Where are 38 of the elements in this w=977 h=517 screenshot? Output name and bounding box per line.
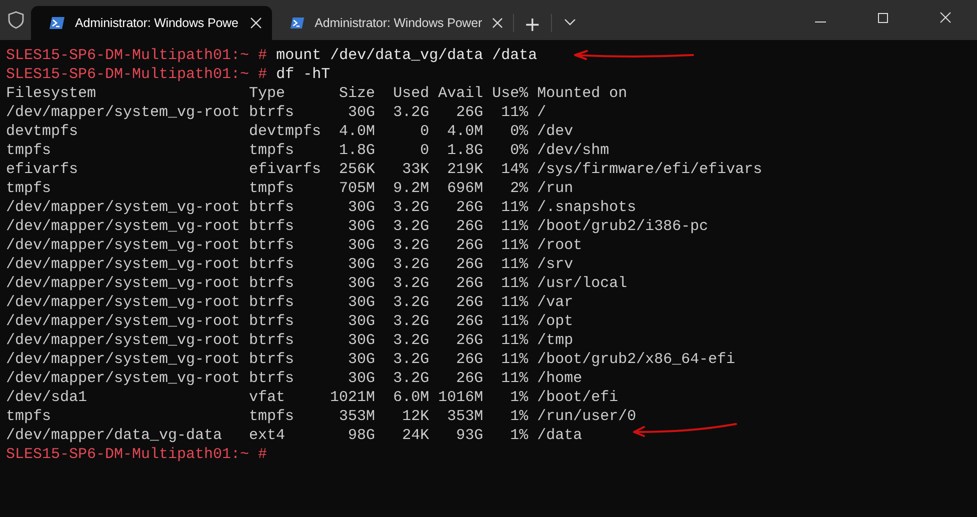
close-icon[interactable] (492, 17, 503, 29)
new-tab-button[interactable]: + (514, 8, 551, 40)
chevron-down-icon[interactable] (564, 18, 576, 26)
output-line: devtmpfs devtmpfs 4.0M 0 4.0M 0% /dev (6, 123, 574, 140)
shell-command: mount /dev/data_vg/data /data (276, 47, 538, 64)
shield-icon (8, 11, 24, 29)
output-line: /dev/mapper/system_vg-root btrfs 30G 3.2G 26G 11% /opt (6, 313, 574, 330)
output-line: /dev/mapper/system_vg-root btrfs 30G 3.2G 26G 11% /.snapshots (6, 199, 636, 216)
tab-title: Administrator: Windows Powe (75, 16, 240, 30)
output-line: /dev/mapper/system_vg-root btrfs 30G 3.2G 26G 11% /home (6, 370, 582, 387)
close-icon[interactable] (940, 12, 951, 23)
output-line: efivarfs efivarfs 256K 33K 219K 14% /sys/firmware/efi/efivars (6, 161, 762, 178)
output-line: /dev/mapper/system_vg-root btrfs 30G 3.2G 26G 11% /tmp (6, 332, 574, 349)
terminal-tab[interactable]: Administrator: Windows Powe (31, 6, 272, 40)
terminal-tab[interactable]: Administrator: Windows Power (272, 6, 513, 40)
maximize-icon[interactable] (878, 13, 888, 23)
output-line: tmpfs tmpfs 705M 9.2M 696M 2% /run (6, 180, 574, 197)
output-line: /dev/mapper/system_vg-root btrfs 30G 3.2G 26G 11% / (6, 104, 546, 121)
powershell-icon (290, 16, 305, 30)
output-line: /dev/mapper/system_vg-root btrfs 30G 3.2G 26G 11% /usr/local (6, 275, 628, 292)
output-line: /dev/mapper/system_vg-root btrfs 30G 3.2G 26G 11% /var (6, 294, 574, 311)
shell-command: df -hT (276, 66, 330, 83)
powershell-icon (49, 16, 65, 30)
output-line: tmpfs tmpfs 353M 12K 353M 1% /run/user/0 (6, 408, 636, 425)
output-line: /dev/mapper/system_vg-root btrfs 30G 3.2G 26G 11% /boot/grub2/x86_64-efi (6, 351, 736, 368)
shell-prompt: SLES15-SP6-DM-Multipath01:~ # (6, 66, 268, 83)
output-line: /dev/mapper/system_vg-root btrfs 30G 3.2G 26G 11% /root (6, 237, 582, 254)
output-line: tmpfs tmpfs 1.8G 0 1.8G 0% /dev/shm (6, 142, 610, 159)
output-line: /dev/sda1 vfat 1021M 6.0M 1016M 1% /boot/efi (6, 389, 618, 406)
shell-prompt: SLES15-SP6-DM-Multipath01:~ # (6, 47, 268, 64)
tab-title: Administrator: Windows Power (314, 16, 482, 30)
output-line: /dev/mapper/system_vg-root btrfs 30G 3.2G 26G 11% /boot/grub2/i386-pc (6, 218, 708, 235)
close-icon[interactable] (250, 17, 262, 29)
output-line: /dev/mapper/system_vg-root btrfs 30G 3.2G 26G 11% /srv (6, 256, 574, 273)
table-header-line: Filesystem Type Size Used Avail Use% Mounted on (6, 85, 628, 102)
shell-prompt: SLES15-SP6-DM-Multipath01:~ # (6, 446, 268, 463)
output-line: /dev/mapper/data_vg-data ext4 98G 24K 93G 1% /data (6, 427, 582, 444)
minimize-icon[interactable] (815, 21, 826, 23)
